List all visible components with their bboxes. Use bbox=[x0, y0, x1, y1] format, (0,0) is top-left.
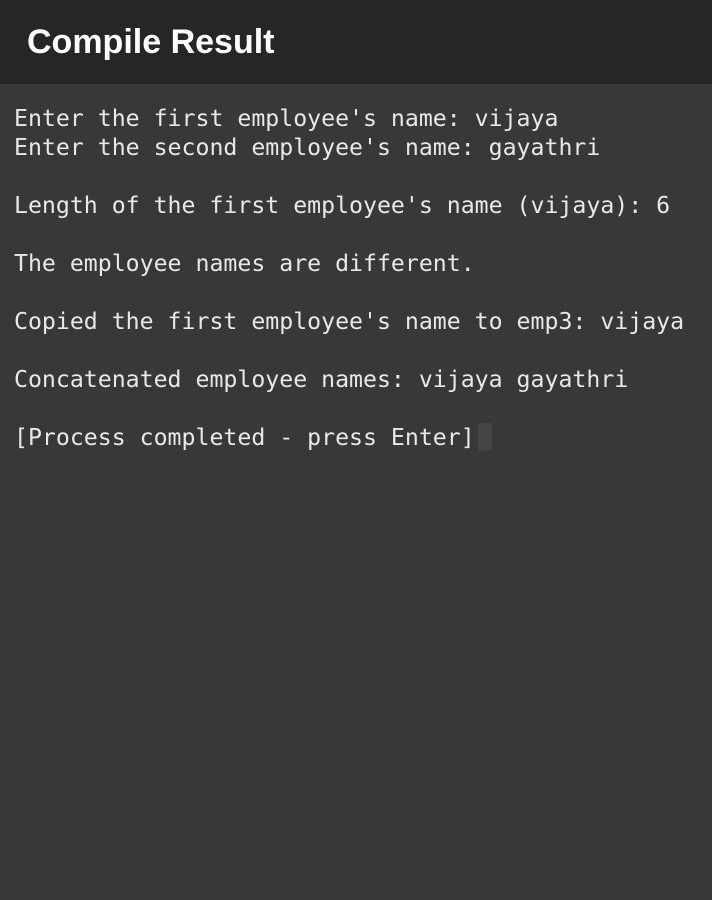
terminal-line: Length of the first employee's name (vij… bbox=[14, 192, 671, 219]
page-title: Compile Result bbox=[27, 22, 275, 61]
text-cursor bbox=[477, 423, 492, 451]
terminal-line: Copied the first employee's name to emp3… bbox=[14, 308, 685, 335]
terminal-line: The employee names are different. bbox=[14, 250, 475, 277]
terminal-prompt-line[interactable]: [Process completed - press Enter] bbox=[14, 423, 712, 452]
terminal-line: Enter the first employee's name: vijaya bbox=[14, 105, 559, 132]
process-completed-message: [Process completed - press Enter] bbox=[14, 424, 475, 451]
compile-result-screen: Compile Result Enter the first employee'… bbox=[0, 0, 712, 900]
terminal-output[interactable]: Enter the first employee's name: vijaya … bbox=[0, 84, 712, 452]
app-bar: Compile Result bbox=[0, 0, 712, 84]
terminal-line: Enter the second employee's name: gayath… bbox=[14, 134, 601, 161]
terminal-line: Concatenated employee names: vijaya gaya… bbox=[14, 366, 629, 393]
